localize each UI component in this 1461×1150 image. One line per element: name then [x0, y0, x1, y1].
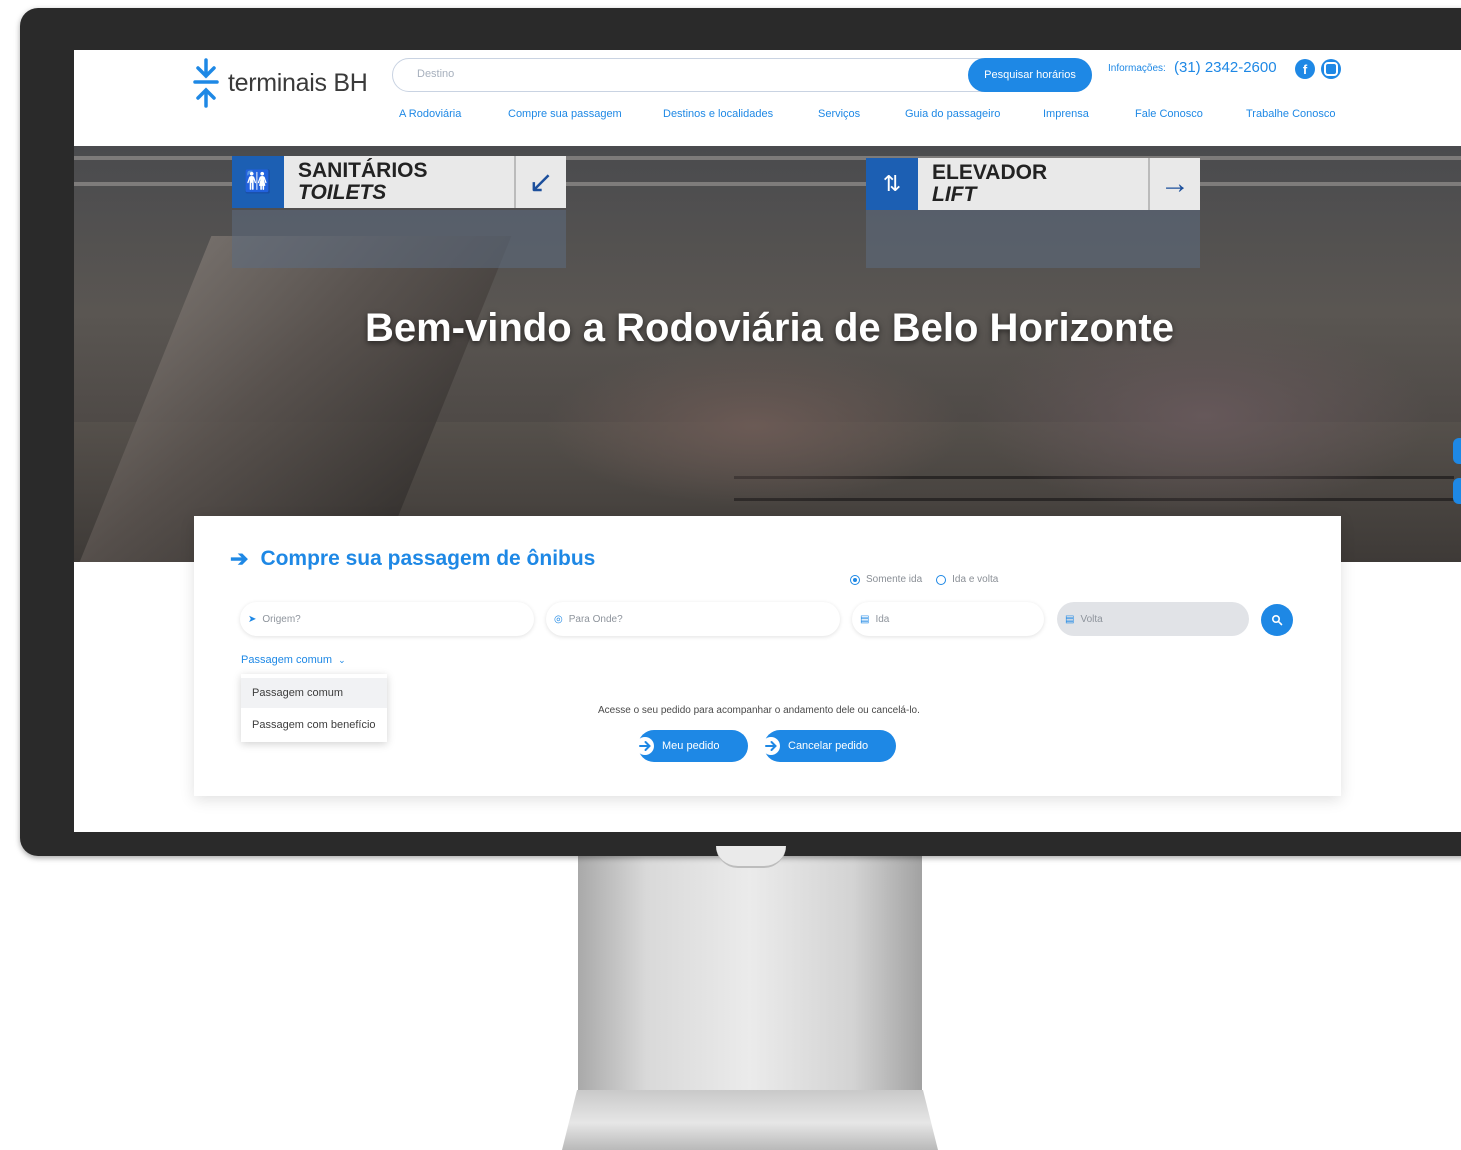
- return-placeholder: Volta: [1080, 613, 1103, 625]
- chevron-down-icon: ⌄: [338, 655, 346, 665]
- nav-item-trabalhe-conosco[interactable]: Trabalhe Conosco: [1246, 108, 1335, 120]
- monitor-hinge: [716, 846, 786, 868]
- nav-item-a-rodoviaria[interactable]: A Rodoviária: [399, 108, 461, 120]
- destination-search-input[interactable]: [415, 67, 959, 81]
- calendar-icon: ▤: [1065, 613, 1075, 625]
- sign-panel: [232, 210, 566, 268]
- arrow-right-icon: →: [1148, 158, 1200, 210]
- radio-one-way[interactable]: [850, 574, 860, 585]
- elevator-icon: ⇅: [866, 158, 918, 210]
- nav-item-fale-conosco[interactable]: Fale Conosco: [1135, 108, 1203, 120]
- my-order-label: Meu pedido: [662, 740, 720, 752]
- departure-placeholder: Ida: [875, 613, 890, 625]
- logo-text: terminais BH: [228, 68, 368, 97]
- cancel-order-button[interactable]: Cancelar pedido: [762, 730, 896, 762]
- toilets-sign: 🚻 SANITÁRIOS TOILETS ↙: [232, 156, 566, 208]
- ticket-type-menu: Passagem comum Passagem com benefício: [241, 674, 387, 742]
- calendar-icon: ▤: [860, 613, 870, 625]
- radio-round-trip-label[interactable]: Ida e volta: [952, 574, 998, 585]
- search-trip-button[interactable]: [1261, 604, 1293, 636]
- sign-panel: [866, 210, 1200, 268]
- monitor-screen: terminais BH Pesquisar horários Informaç…: [74, 50, 1461, 832]
- location-arrow-icon: ➤: [248, 613, 257, 625]
- destination-placeholder: Para Onde?: [568, 613, 623, 625]
- toilets-sign-line1: SANITÁRIOS: [298, 159, 428, 182]
- trip-type-radios: Somente ida Ida e volta: [850, 574, 1012, 585]
- nav-item-servicos[interactable]: Serviços: [818, 108, 860, 120]
- cancel-order-label: Cancelar pedido: [788, 740, 869, 752]
- hero-title: Bem-vindo a Rodoviária de Belo Horizonte: [364, 306, 1174, 350]
- my-order-button[interactable]: Meu pedido: [636, 730, 748, 762]
- elevator-sign: ⇅ ELEVADOR LIFT →: [866, 158, 1200, 210]
- monitor-stand-neck: [578, 850, 922, 1110]
- map-pin-icon: ◎: [554, 613, 563, 625]
- search-schedules-button[interactable]: Pesquisar horários: [968, 58, 1092, 92]
- departure-date-field[interactable]: ▤ Ida: [852, 602, 1044, 636]
- search-icon: [1271, 614, 1283, 626]
- ticket-type-selected: Passagem comum: [241, 654, 333, 666]
- booking-title-text: Compre sua passagem de ônibus: [260, 547, 596, 570]
- destination-search: Pesquisar horários: [392, 58, 1092, 92]
- elevator-sign-line2: LIFT: [932, 183, 977, 206]
- destination-field[interactable]: ◎ Para Onde?: [546, 602, 840, 636]
- order-info-text: Acesse o seu pedido para acompanhar o an…: [598, 705, 920, 716]
- toilets-sign-line2: TOILETS: [298, 181, 387, 204]
- nav-item-compre-sua-passagem[interactable]: Compre sua passagem: [508, 108, 622, 120]
- ticket-type-dropdown[interactable]: Passagem comum ⌄: [241, 654, 346, 666]
- arrow-right-icon: [762, 737, 780, 755]
- radio-round-trip[interactable]: [936, 574, 947, 585]
- monitor-stand-base: [562, 1090, 938, 1150]
- arrow-down-left-icon: ↙: [514, 156, 566, 208]
- booking-card: ➔ Compre sua passagem de ônibus Somente …: [194, 516, 1341, 796]
- site-header: terminais BH Pesquisar horários Informaç…: [74, 50, 1461, 146]
- hero-banner: 🚻 SANITÁRIOS TOILETS ↙ ⇅ ELEVADOR LIFT →…: [74, 146, 1461, 562]
- facebook-icon[interactable]: f: [1295, 59, 1315, 79]
- booking-title: ➔ Compre sua passagem de ônibus: [230, 546, 595, 572]
- nav-item-guia-do-passageiro[interactable]: Guia do passageiro: [905, 108, 1000, 120]
- elevator-sign-line1: ELEVADOR: [932, 161, 1048, 184]
- accessibility-tab[interactable]: [1453, 438, 1461, 464]
- side-tab[interactable]: [1453, 478, 1461, 504]
- info-phone[interactable]: (31) 2342-2600: [1174, 59, 1277, 76]
- toilets-icon: 🚻: [232, 156, 284, 208]
- monitor-bezel: terminais BH Pesquisar horários Informaç…: [20, 8, 1461, 856]
- return-date-field[interactable]: ▤ Volta: [1057, 602, 1249, 636]
- logo[interactable]: terminais BH: [192, 58, 368, 108]
- origin-field[interactable]: ➤ Origem?: [240, 602, 534, 636]
- terminais-logo-icon: [193, 58, 219, 108]
- origin-placeholder: Origem?: [262, 613, 301, 625]
- info-label: Informações:: [1108, 63, 1166, 74]
- instagram-icon[interactable]: [1321, 59, 1341, 79]
- radio-one-way-label[interactable]: Somente ida: [866, 574, 922, 585]
- nav-item-imprensa[interactable]: Imprensa: [1043, 108, 1089, 120]
- arrow-right-icon: ➔: [230, 546, 249, 571]
- nav-item-destinos[interactable]: Destinos e localidades: [663, 108, 773, 120]
- arrow-right-icon: [636, 737, 654, 755]
- main-nav: A Rodoviária Compre sua passagem Destino…: [74, 108, 1461, 124]
- ticket-type-option[interactable]: Passagem com benefício: [241, 710, 387, 740]
- hero-crowd: [544, 346, 964, 506]
- ticket-type-option[interactable]: Passagem comum: [241, 678, 387, 708]
